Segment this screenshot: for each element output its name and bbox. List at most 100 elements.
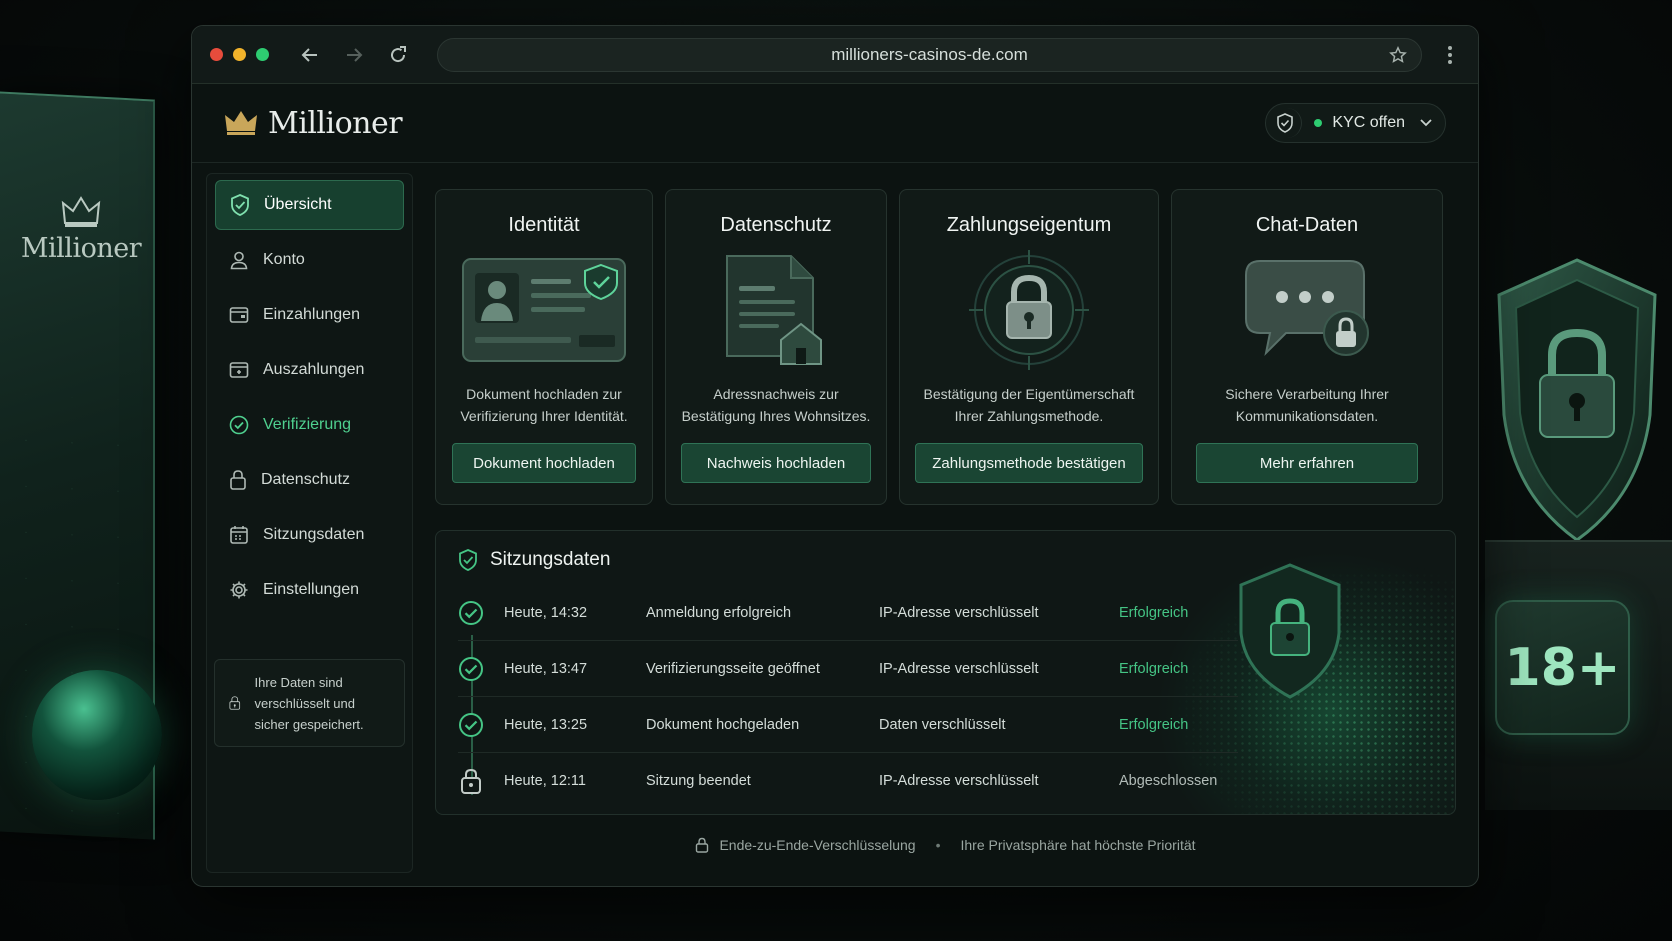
sidebar: Übersicht Konto Einzahlungen Auszahlunge… bbox=[206, 173, 413, 873]
app-body: Übersicht Konto Einzahlungen Auszahlunge… bbox=[192, 163, 1478, 886]
reload-icon bbox=[391, 45, 406, 62]
table-row: Heute, 13:47 Verifizierungsseite geöffne… bbox=[458, 641, 1238, 697]
session-ip: Daten verschlüsselt bbox=[879, 716, 1006, 733]
session-event: Anmeldung erfolgreich bbox=[646, 604, 792, 621]
card-title: Chat-Daten bbox=[1255, 214, 1359, 236]
main-content: Identität Dokument hochladen zur Verifiz… bbox=[413, 163, 1478, 886]
sidebar-item-datenschutz[interactable]: Datenschutz bbox=[215, 455, 404, 505]
background-logo-text: Millioner bbox=[20, 233, 142, 264]
session-ip: IP-Adresse verschlüsselt bbox=[879, 773, 1039, 789]
session-time: Heute, 14:32 bbox=[504, 604, 588, 621]
footer-privacy: Ihre Privatsphäre hat höchste Priorität bbox=[960, 837, 1196, 853]
footer-note: Ende-zu-Ende-Verschlüsselung • Ihre Priv… bbox=[435, 837, 1456, 853]
confirm-payment-method-button[interactable]: Zahlungsmethode bestätigen bbox=[915, 443, 1143, 483]
session-time: Heute, 13:25 bbox=[504, 716, 588, 733]
sidebar-item-sitzungsdaten[interactable]: Sitzungsdaten bbox=[215, 510, 404, 560]
session-data-panel: Sitzungsdaten Heute, 14:32 Anmeldung erf… bbox=[435, 530, 1456, 815]
card-title: Identität bbox=[508, 214, 580, 236]
table-row: Heute, 12:11 Sitzung beendet IP-Adresse … bbox=[458, 753, 1238, 809]
sidebar-item-label: Einzahlungen bbox=[263, 306, 360, 323]
secure-chat-icon bbox=[1242, 251, 1372, 369]
status-badge: Erfolgreich bbox=[1119, 660, 1189, 677]
maximize-window-button[interactable] bbox=[256, 48, 269, 61]
id-card-icon bbox=[461, 251, 627, 369]
address-bar[interactable]: millioners-casinos-de.com bbox=[437, 37, 1422, 72]
wallet-in-icon bbox=[229, 307, 249, 323]
brand-logo[interactable]: Millioner bbox=[224, 105, 403, 141]
kyc-status-label: KYC offen bbox=[1332, 114, 1405, 131]
card-description: Dokument hochladen zur Verifizierung Ihr… bbox=[460, 386, 628, 424]
card-description: Sichere Verarbeitung Ihrer Kommunikation… bbox=[1225, 386, 1389, 424]
card-datenschutz: Datenschutz Adressnachweis zur Bestätigu… bbox=[665, 189, 887, 505]
more-menu-icon[interactable] bbox=[1440, 45, 1460, 65]
session-event: Verifizierungsseite geöffnet bbox=[646, 660, 820, 677]
secure-note-text: Ihre Daten sind verschlüsselt und sicher… bbox=[254, 674, 364, 732]
minimize-window-button[interactable] bbox=[233, 48, 246, 61]
crown-icon bbox=[225, 111, 257, 135]
chevron-down-icon bbox=[1420, 119, 1432, 127]
sidebar-item-label: Einstellungen bbox=[263, 581, 360, 598]
sidebar-item-uebersicht[interactable]: Übersicht bbox=[215, 180, 404, 230]
shield-check-icon bbox=[1272, 108, 1303, 138]
card-identitaet: Identität Dokument hochladen zur Verifiz… bbox=[435, 189, 653, 505]
background-logo: Millioner bbox=[16, 195, 146, 264]
session-ip: IP-Adresse verschlüsselt bbox=[879, 660, 1039, 677]
footer-encryption: Ende-zu-Ende-Verschlüsselung bbox=[719, 837, 916, 853]
session-title: Sitzungsdaten bbox=[490, 549, 611, 570]
sidebar-item-label: Auszahlungen bbox=[263, 361, 365, 378]
shield-check-icon bbox=[459, 549, 477, 571]
browser-window: millioners-casinos-de.com Millioner KYC … bbox=[191, 25, 1479, 887]
shield-lock-icon bbox=[1239, 563, 1341, 699]
verification-cards: Identität Dokument hochladen zur Verifiz… bbox=[435, 189, 1456, 505]
bookmark-star-icon[interactable] bbox=[1389, 45, 1407, 69]
session-time: Heute, 13:47 bbox=[504, 660, 588, 677]
card-zahlungseigentum: Zahlungseigentum Bestätigung der Eigentü… bbox=[899, 189, 1159, 505]
sidebar-item-verifizierung[interactable]: Verifizierung bbox=[215, 400, 404, 450]
check-circle-icon bbox=[229, 415, 249, 435]
back-button[interactable] bbox=[295, 40, 325, 70]
sidebar-item-label: Verifizierung bbox=[263, 416, 352, 433]
url-text: millioners-casinos-de.com bbox=[831, 44, 1028, 64]
close-window-button[interactable] bbox=[210, 48, 223, 61]
kyc-status-dot bbox=[1314, 119, 1323, 127]
age-badge: 18+ bbox=[1495, 600, 1630, 735]
brand-name: Millioner bbox=[268, 105, 403, 141]
check-circle-icon bbox=[459, 656, 483, 681]
session-event: Dokument hochgeladen bbox=[646, 716, 800, 733]
reload-button[interactable] bbox=[383, 40, 413, 70]
sidebar-item-konto[interactable]: Konto bbox=[215, 235, 404, 285]
table-row: Heute, 14:32 Anmeldung erfolgreich IP-Ad… bbox=[458, 585, 1238, 641]
learn-more-button[interactable]: Mehr erfahren bbox=[1196, 443, 1418, 483]
arrow-right-icon bbox=[347, 47, 363, 62]
session-ip: IP-Adresse verschlüsselt bbox=[879, 604, 1039, 621]
user-icon bbox=[230, 251, 248, 270]
sidebar-item-einzahlungen[interactable]: Einzahlungen bbox=[215, 290, 404, 340]
card-description: Adressnachweis zur Bestätigung Ihres Woh… bbox=[681, 386, 871, 424]
session-time: Heute, 12:11 bbox=[504, 773, 586, 789]
padlock-target-icon bbox=[969, 250, 1089, 370]
card-chat-daten: Chat-Daten Sichere Verarbeitung Ihrer Ko… bbox=[1171, 189, 1443, 505]
sidebar-item-label: Übersicht bbox=[264, 196, 332, 213]
browser-toolbar: millioners-casinos-de.com bbox=[192, 26, 1478, 84]
window-controls bbox=[210, 48, 269, 61]
background-sphere bbox=[32, 670, 162, 800]
kyc-status-dropdown[interactable]: KYC offen bbox=[1265, 103, 1446, 143]
sidebar-item-einstellungen[interactable]: Einstellungen bbox=[215, 565, 404, 615]
upload-proof-button[interactable]: Nachweis hochladen bbox=[681, 443, 871, 483]
sidebar-item-auszahlungen[interactable]: Auszahlungen bbox=[215, 345, 404, 395]
status-badge: Erfolgreich bbox=[1119, 604, 1189, 621]
crown-icon bbox=[61, 196, 101, 227]
app-header: Millioner KYC offen bbox=[192, 84, 1478, 163]
footer-separator: • bbox=[935, 837, 941, 853]
table-row: Heute, 13:25 Dokument hochgeladen Daten … bbox=[458, 697, 1238, 753]
upload-document-button[interactable]: Dokument hochladen bbox=[452, 443, 636, 483]
forward-button[interactable] bbox=[339, 40, 369, 70]
lock-icon bbox=[461, 768, 481, 794]
wallet-out-icon bbox=[229, 362, 249, 378]
card-description: Bestätigung der Eigentümerschaft Ihrer Z… bbox=[923, 386, 1135, 424]
shield-check-icon bbox=[231, 194, 249, 216]
lock-icon bbox=[230, 470, 246, 490]
status-badge: Abgeschlossen bbox=[1119, 773, 1218, 789]
check-circle-icon bbox=[459, 600, 483, 625]
session-event: Sitzung beendet bbox=[646, 773, 751, 789]
